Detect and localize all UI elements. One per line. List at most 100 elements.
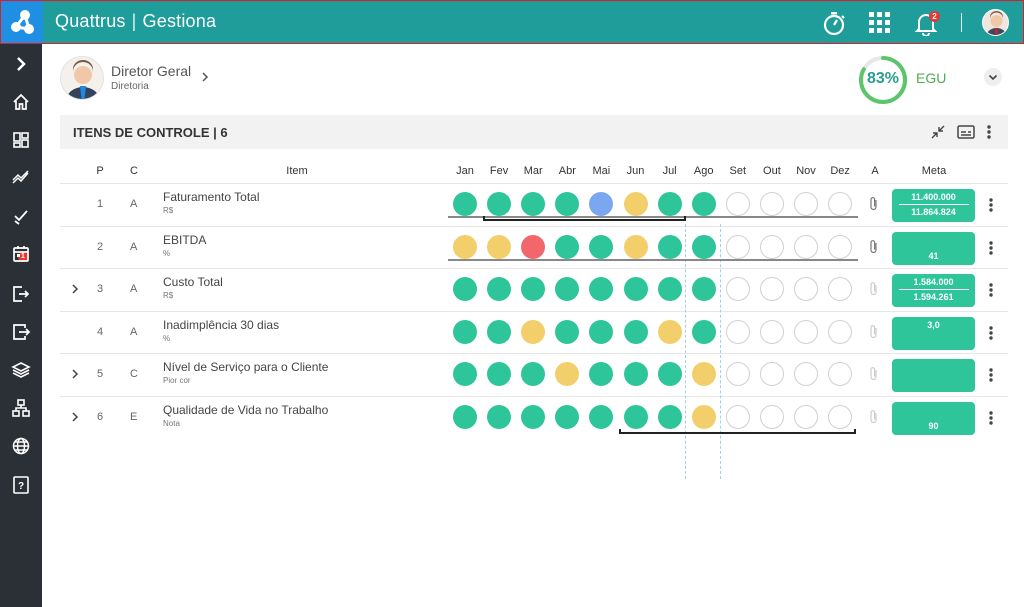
month-status-mai[interactable] bbox=[589, 404, 614, 429]
layers-icon[interactable] bbox=[11, 360, 31, 380]
app-logo[interactable] bbox=[1, 1, 43, 43]
month-status-fev[interactable] bbox=[487, 404, 512, 429]
month-status-jan[interactable] bbox=[453, 362, 477, 386]
month-status-jan[interactable] bbox=[453, 319, 477, 344]
chevron-right-icon[interactable] bbox=[200, 71, 210, 83]
month-status-out[interactable] bbox=[759, 192, 784, 216]
meta-value[interactable]: 41 bbox=[892, 231, 975, 265]
help-icon[interactable]: ? bbox=[11, 475, 31, 495]
month-status-jul[interactable] bbox=[657, 362, 682, 386]
month-status-nov[interactable] bbox=[794, 404, 818, 429]
month-status-out[interactable] bbox=[759, 277, 784, 301]
table-row[interactable]: 2 A EBITDA% 41 bbox=[60, 225, 1008, 268]
month-status-out[interactable] bbox=[759, 234, 784, 259]
month-status-set[interactable] bbox=[725, 192, 750, 216]
attachment-icon[interactable] bbox=[868, 239, 880, 255]
collapse-icon[interactable] bbox=[929, 123, 947, 141]
month-status-ago[interactable] bbox=[691, 192, 716, 216]
table-row[interactable]: 3 A Custo Total R$ 1.584.000 1.594.261 bbox=[60, 268, 1008, 310]
month-status-mai[interactable] bbox=[589, 319, 614, 344]
expand-row-icon[interactable] bbox=[70, 368, 80, 380]
item-title[interactable]: EBITDA bbox=[163, 233, 206, 247]
month-status-out[interactable] bbox=[759, 362, 784, 386]
month-status-mar[interactable] bbox=[521, 192, 546, 216]
tasks-icon[interactable] bbox=[11, 206, 31, 226]
attachment-icon[interactable] bbox=[868, 409, 880, 425]
home-icon[interactable] bbox=[11, 92, 31, 112]
user-avatar[interactable] bbox=[60, 56, 104, 100]
chart-icon[interactable] bbox=[11, 168, 31, 188]
attachment-icon[interactable] bbox=[868, 366, 880, 382]
month-status-jun[interactable] bbox=[623, 362, 648, 386]
month-status-nov[interactable] bbox=[794, 277, 818, 301]
month-status-fev[interactable] bbox=[487, 319, 512, 344]
month-status-mar[interactable] bbox=[521, 277, 546, 301]
attachment-icon[interactable] bbox=[868, 281, 880, 297]
item-title[interactable]: Custo Total bbox=[163, 275, 223, 289]
export-icon[interactable] bbox=[11, 322, 31, 342]
month-status-jul[interactable] bbox=[657, 234, 682, 259]
dashboard-icon[interactable] bbox=[11, 130, 31, 150]
meta-value[interactable]: 90 bbox=[892, 401, 975, 435]
month-status-jun[interactable] bbox=[623, 404, 648, 429]
month-status-fev[interactable] bbox=[487, 234, 512, 259]
month-status-fev[interactable] bbox=[487, 362, 512, 386]
month-status-abr[interactable] bbox=[555, 319, 580, 344]
month-status-jul[interactable] bbox=[657, 192, 682, 216]
month-status-set[interactable] bbox=[725, 234, 750, 259]
month-status-mai[interactable] bbox=[589, 277, 614, 301]
month-status-mar[interactable] bbox=[521, 234, 546, 259]
row-more-icon[interactable] bbox=[987, 324, 995, 342]
month-status-out[interactable] bbox=[759, 404, 784, 429]
org-chart-icon[interactable] bbox=[11, 398, 31, 418]
score-dropdown[interactable] bbox=[984, 68, 1002, 86]
month-status-dez[interactable] bbox=[828, 234, 853, 259]
month-status-out[interactable] bbox=[759, 319, 784, 344]
month-status-mar[interactable] bbox=[521, 362, 546, 386]
meta-value[interactable] bbox=[892, 359, 975, 392]
month-status-dez[interactable] bbox=[828, 277, 853, 301]
table-row[interactable]: 4 A Inadimplência 30 dias% 3,0 bbox=[60, 310, 1008, 353]
profile-avatar[interactable] bbox=[982, 9, 1009, 36]
table-row[interactable]: 6 E Qualidade de Vida no Trabalho Nota 90 bbox=[60, 395, 1008, 438]
month-status-set[interactable] bbox=[725, 362, 750, 386]
logout-icon[interactable] bbox=[11, 284, 31, 304]
row-more-icon[interactable] bbox=[987, 366, 995, 384]
month-status-jan[interactable] bbox=[453, 404, 477, 429]
item-title[interactable]: Inadimplência 30 dias bbox=[163, 318, 279, 332]
month-status-dez[interactable] bbox=[828, 319, 853, 344]
globe-icon[interactable] bbox=[11, 436, 31, 456]
month-status-ago[interactable] bbox=[691, 404, 716, 429]
month-status-abr[interactable] bbox=[555, 234, 580, 259]
month-status-mai[interactable] bbox=[589, 192, 614, 216]
month-status-abr[interactable] bbox=[555, 404, 580, 429]
meta-value[interactable]: 3,0 bbox=[892, 316, 975, 350]
month-status-jun[interactable] bbox=[623, 319, 648, 344]
month-status-ago[interactable] bbox=[691, 234, 716, 259]
month-status-set[interactable] bbox=[725, 404, 750, 429]
month-status-jul[interactable] bbox=[657, 277, 682, 301]
month-status-set[interactable] bbox=[725, 319, 750, 344]
month-status-jan[interactable] bbox=[453, 192, 477, 216]
month-status-jul[interactable] bbox=[657, 404, 682, 429]
month-status-jun[interactable] bbox=[623, 277, 648, 301]
calendar-icon[interactable] bbox=[11, 244, 31, 264]
item-title[interactable]: Nível de Serviço para o Cliente bbox=[163, 360, 328, 374]
expand-row-icon[interactable] bbox=[70, 411, 80, 423]
month-status-jan[interactable] bbox=[453, 234, 477, 259]
month-status-ago[interactable] bbox=[691, 277, 716, 301]
month-status-ago[interactable] bbox=[691, 319, 716, 344]
month-status-nov[interactable] bbox=[794, 234, 818, 259]
more-vert-icon[interactable] bbox=[985, 123, 993, 141]
month-status-ago[interactable] bbox=[691, 362, 716, 386]
month-status-jun[interactable] bbox=[623, 234, 648, 259]
month-status-nov[interactable] bbox=[794, 319, 818, 344]
month-status-fev[interactable] bbox=[487, 277, 512, 301]
meta-value[interactable]: 1.584.000 1.594.261 bbox=[892, 274, 975, 307]
expand-row-icon[interactable] bbox=[70, 283, 80, 295]
table-row[interactable]: 5 C Nível de Serviço para o Cliente Pior co… bbox=[60, 353, 1008, 395]
row-more-icon[interactable] bbox=[987, 281, 995, 299]
month-status-nov[interactable] bbox=[794, 192, 818, 216]
apps-grid-icon[interactable] bbox=[867, 10, 893, 36]
user-name[interactable]: Diretor Geral bbox=[111, 63, 191, 79]
